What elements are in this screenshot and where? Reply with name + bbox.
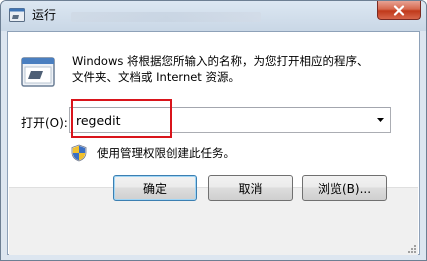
run-app-icon (9, 8, 25, 22)
title-bar-blur (71, 12, 261, 22)
dialog-description: Windows 将根据您所输入的名称，为您打开相应的程序、 文件夹、文档或 In… (72, 54, 369, 84)
dropdown-button[interactable] (372, 110, 388, 130)
shield-icon (71, 144, 87, 162)
browse-button[interactable]: 浏览(B)... (302, 175, 387, 201)
title-bar[interactable]: 运行 (1, 1, 426, 31)
window-title: 运行 (32, 8, 57, 22)
run-icon (21, 57, 55, 87)
highlight-annotation (71, 99, 172, 138)
resize-grip-icon[interactable] (406, 243, 416, 253)
dialog-body: Windows 将根据您所输入的名称，为您打开相应的程序、 文件夹、文档或 In… (7, 31, 420, 255)
run-dialog-window: 运行 Windows 将根据您所输入的名称，为您打开相应的程序、 文件夹、文档或… (0, 0, 427, 261)
open-label: 打开(O): (21, 116, 68, 130)
close-icon (393, 4, 405, 16)
admin-note: 使用管理权限创建此任务。 (97, 146, 235, 160)
cancel-button[interactable]: 取消 (208, 175, 293, 201)
close-button[interactable] (377, 1, 421, 20)
ok-button[interactable]: 确定 (113, 175, 197, 201)
chevron-down-icon (376, 118, 384, 122)
